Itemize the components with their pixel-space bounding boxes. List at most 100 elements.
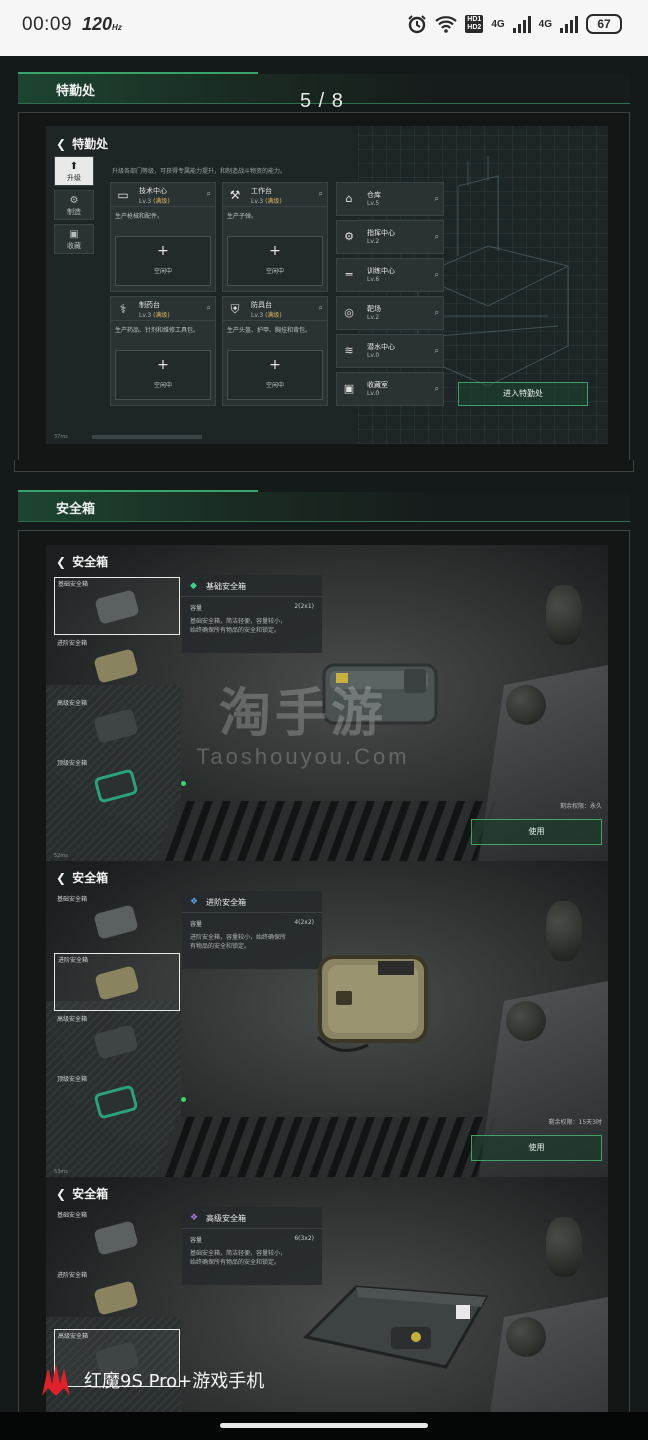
bottom-bar xyxy=(92,435,202,439)
new-dot xyxy=(181,1097,186,1102)
safe-box-icon xyxy=(93,1220,139,1256)
plus-icon: + xyxy=(157,243,169,259)
production-slot[interactable]: + 空闲中 xyxy=(227,350,323,400)
image-viewer[interactable]: 特勤处 5 / 8 ❮ 特勤处 升级各部门等级，可获得专属能力提升，和制造战斗物资… xyxy=(0,56,648,1412)
remaining-permission: 剩余权限：永久 xyxy=(559,803,602,810)
search-icon[interactable]: ⌕ xyxy=(207,189,211,199)
network-type-1: 4G xyxy=(491,18,505,30)
workbench-card-workbench[interactable]: ⚒ 工作台 Lv.3 (满级) ⌕ 生产子弹。 + 空闲中 xyxy=(222,182,328,292)
signal-icon-2 xyxy=(560,15,578,33)
use-button[interactable]: 使用 xyxy=(471,819,602,845)
craft-icon: ⚙ xyxy=(69,195,79,206)
upgrade-icon: ⬆ xyxy=(69,161,79,172)
facility-collection-room[interactable]: ▣ 收藏室 Lv.0 ⌕ xyxy=(336,372,444,406)
plus-icon: + xyxy=(269,357,281,373)
safe-item-basic[interactable]: 基础安全箱 xyxy=(54,893,180,951)
workbench-card-armor[interactable]: ⛨ 防具台 Lv.3 (满级) ⌕ 生产头盔、护甲、胸挂和背包。 + 空闲中 xyxy=(222,296,328,406)
dumbbell-icon: ═ xyxy=(345,268,353,281)
status-bar: 00:09 120Hz HD1 HD2 4G 4G 67 xyxy=(0,0,648,56)
safe-box-icon xyxy=(93,708,139,744)
battery-icon: 67 xyxy=(586,14,622,34)
advanced-safe-box-icon xyxy=(316,955,428,1052)
refresh-rate: 120Hz xyxy=(82,14,122,34)
side-tabs: ⬆ 升级 ⚙ 制造 ▣ 收藏 xyxy=(54,156,94,258)
device-brand-watermark: 红魔9S Pro+游戏手机 xyxy=(38,1362,264,1398)
search-icon[interactable]: ⌕ xyxy=(435,308,439,318)
page-indicator: 5 / 8 xyxy=(300,90,344,112)
search-icon[interactable]: ⌕ xyxy=(435,346,439,356)
home-gesture-bar[interactable] xyxy=(220,1423,428,1428)
search-icon[interactable]: ⌕ xyxy=(435,194,439,204)
tab-craft[interactable]: ⚙ 制造 xyxy=(54,190,94,220)
search-icon[interactable]: ⌕ xyxy=(319,189,323,199)
back-icon[interactable]: ❮ xyxy=(56,137,66,151)
use-button[interactable]: 使用 xyxy=(471,1135,602,1161)
tab-collect[interactable]: ▣ 收藏 xyxy=(54,224,94,254)
brand-text: 红魔9S Pro+游戏手机 xyxy=(84,1371,265,1392)
workbench-desc: 生产枪械和配件。 xyxy=(115,213,164,220)
command-icon: ⚙ xyxy=(344,230,354,243)
monitor-icon: ▭ xyxy=(117,188,129,202)
workbench-card-tech-center[interactable]: ▭ 技术中心 Lv.3 (满级) ⌕ 生产枪械和配件。 + 空闲中 xyxy=(110,182,216,292)
safe-item-advanced[interactable]: 进阶安全箱 xyxy=(54,1269,180,1327)
rarity-icon: ◆ xyxy=(190,581,197,591)
safe-item-senior[interactable]: 高级安全箱 xyxy=(54,1013,180,1071)
search-icon[interactable]: ⌕ xyxy=(435,384,439,394)
safe-box-icon xyxy=(94,589,140,625)
plus-icon: + xyxy=(269,243,281,259)
safe-item-top[interactable]: 顶级安全箱 xyxy=(54,1073,186,1131)
collection-icon: ▣ xyxy=(343,382,355,395)
canister-icon xyxy=(546,585,582,645)
safe-item-basic[interactable]: 基础安全箱 xyxy=(54,1209,180,1267)
facility-diving-center[interactable]: ≋ 潜水中心 Lv.0 ⌕ xyxy=(336,334,444,368)
production-slot[interactable]: + 空闲中 xyxy=(115,236,211,286)
navigation-bar xyxy=(0,1412,648,1440)
safe-item-advanced[interactable]: 进阶安全箱 xyxy=(54,953,180,1011)
back-icon[interactable]: ❮ xyxy=(56,871,66,885)
enter-special-ops-button[interactable]: 进入特勤处 xyxy=(458,382,588,406)
diving-icon: ≋ xyxy=(344,344,354,357)
workbench-card-pharmacy[interactable]: ⚕ 制药台 Lv.3 (满级) ⌕ 生产药品、针剂和维修工具包。 + 空闲中 xyxy=(110,296,216,406)
production-slot[interactable]: + 空闲中 xyxy=(115,350,211,400)
rarity-icon: ❖ xyxy=(190,897,199,907)
safe-box-panel-advanced: ❮ 安全箱 基础安全箱 进阶安全箱 高级安全箱 顶级安全箱 ❖ 进阶安全箱 容量 4(… xyxy=(46,861,608,1177)
back-icon[interactable]: ❮ xyxy=(56,1187,66,1201)
facility-shooting-range[interactable]: ◎ 靶场 Lv.2 ⌕ xyxy=(336,296,444,330)
workbench-desc: 生产子弹。 xyxy=(227,213,258,220)
alarm-icon xyxy=(408,15,427,34)
plus-icon: + xyxy=(157,357,169,373)
grenade-icon xyxy=(506,1001,546,1041)
facility-command-center[interactable]: ⚙ 指挥中心 Lv.2 ⌕ xyxy=(336,220,444,254)
grenade-icon xyxy=(506,1317,546,1357)
safe-box-icon xyxy=(93,1084,139,1120)
safe-box-icon xyxy=(93,648,139,684)
search-icon[interactable]: ⌕ xyxy=(435,232,439,242)
safe-info-card: ❖ 进阶安全箱 容量 4(2x2) 进阶安全箱，容量较小，始终确保所有物品的安全和锁… xyxy=(182,891,322,969)
safe-item-basic[interactable]: 基础安全箱 xyxy=(54,577,180,635)
tab-upgrade[interactable]: ⬆ 升级 xyxy=(54,156,94,186)
search-icon[interactable]: ⌕ xyxy=(319,303,323,313)
ping-indicator: 37ms xyxy=(54,434,68,440)
status-icons: HD1 HD2 4G 4G 67 xyxy=(407,14,622,34)
screen-title: ❮ 安全箱 xyxy=(56,871,109,885)
section-header-safe-box: 安全箱 xyxy=(18,490,630,522)
safe-box-icon xyxy=(94,965,140,1001)
search-icon[interactable]: ⌕ xyxy=(207,303,211,313)
facility-training-center[interactable]: ═ 训练中心 Lv.6 ⌕ xyxy=(336,258,444,292)
back-icon[interactable]: ❮ xyxy=(56,555,66,569)
signal-icon-1 xyxy=(512,15,531,33)
safe-box-icon xyxy=(93,768,139,804)
ping-indicator: 52ms xyxy=(54,853,68,859)
wifi-icon xyxy=(435,16,458,33)
production-slot[interactable]: + 空闲中 xyxy=(227,236,323,286)
section-title: 安全箱 xyxy=(56,502,96,517)
canister-icon xyxy=(546,1217,582,1277)
facility-warehouse[interactable]: ⌂ 仓库 Lv.5 ⌕ xyxy=(336,182,444,216)
safe-box-icon xyxy=(93,1280,139,1316)
frame-edge xyxy=(14,460,634,472)
senior-safe-box-icon xyxy=(302,1285,489,1369)
search-icon[interactable]: ⌕ xyxy=(435,270,439,280)
screen-title: ❮ 安全箱 xyxy=(56,1187,109,1201)
workbench-desc: 生产药品、针剂和维修工具包。 xyxy=(115,327,200,334)
canister-icon xyxy=(546,901,582,961)
